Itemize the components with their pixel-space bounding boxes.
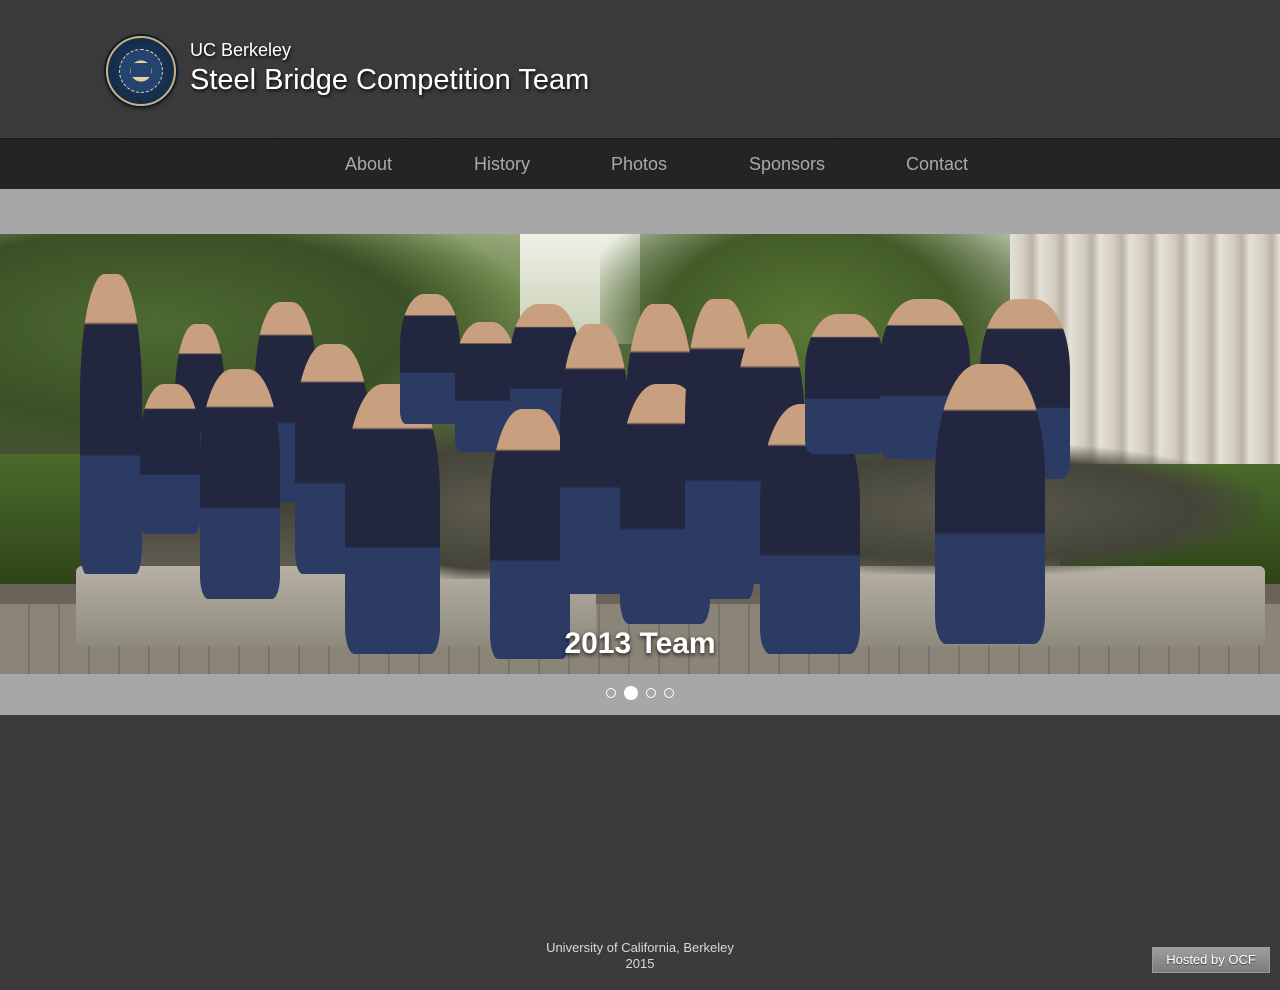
seal-emblem — [119, 49, 163, 93]
slider-dot-4[interactable] — [664, 688, 674, 698]
photo-slider: 2013 Team — [0, 189, 1280, 715]
main-nav: About History Photos Sponsors Contact — [0, 138, 1280, 189]
nav-item-photos[interactable]: Photos — [611, 139, 667, 189]
team-member — [200, 369, 280, 599]
uc-seal-icon[interactable] — [106, 36, 176, 106]
footer-university: University of California, Berkeley — [546, 940, 734, 955]
team-group — [80, 274, 1080, 659]
seal-book-icon — [131, 63, 151, 77]
slider-pagination — [0, 686, 1280, 700]
footer-year: 2015 — [625, 956, 655, 971]
site-title: Steel Bridge Competition Team — [190, 64, 590, 96]
slider-dot-1[interactable] — [606, 688, 616, 698]
nav-item-contact[interactable]: Contact — [906, 139, 968, 189]
team-member — [935, 364, 1045, 644]
site-title-block: UC Berkeley Steel Bridge Competition Tea… — [190, 39, 589, 97]
team-member — [140, 384, 200, 534]
team-photo[interactable]: 2013 Team — [0, 234, 1280, 674]
nav-item-sponsors[interactable]: Sponsors — [749, 139, 825, 189]
team-member — [490, 409, 570, 659]
slider-dot-2[interactable] — [624, 686, 638, 700]
site-footer: University of California, Berkeley 2015 — [0, 940, 1280, 972]
site-header: UC Berkeley Steel Bridge Competition Tea… — [0, 0, 1280, 138]
team-member — [80, 274, 142, 574]
hosted-by-ocf-badge[interactable]: Hosted by OCF — [1152, 947, 1270, 973]
slide-caption: 2013 Team — [564, 627, 716, 660]
nav-item-about[interactable]: About — [345, 139, 392, 189]
team-member — [345, 384, 440, 654]
team-member — [805, 314, 885, 454]
site-subtitle: UC Berkeley — [190, 40, 292, 60]
nav-item-history[interactable]: History — [474, 139, 530, 189]
slider-dot-3[interactable] — [646, 688, 656, 698]
team-member — [400, 294, 460, 424]
